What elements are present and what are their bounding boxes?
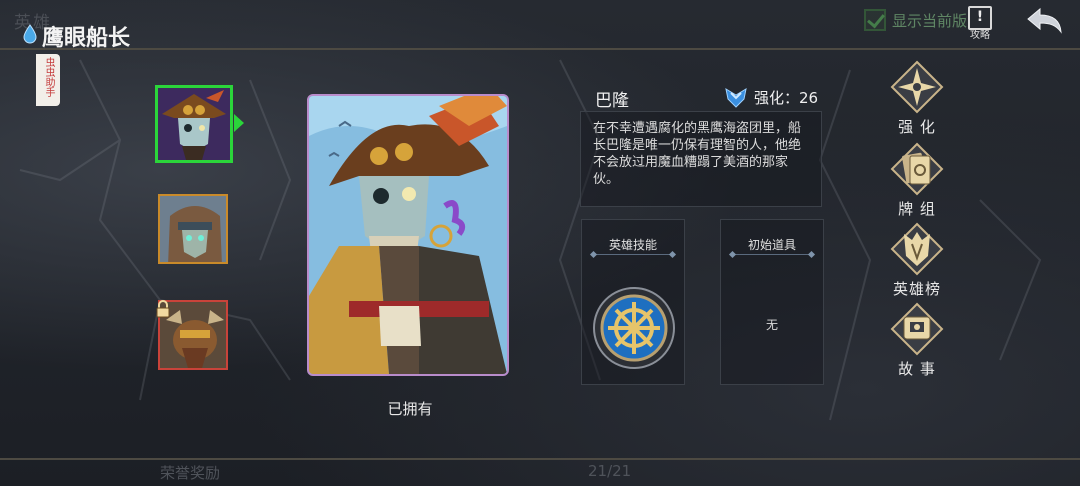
hero-portrait-wanderer	[160, 196, 226, 262]
story-button[interactable]: 故 事	[882, 302, 952, 379]
enhance-level: 强化：26	[724, 84, 818, 110]
enhance-value: 26	[799, 88, 819, 107]
guide-button[interactable]: ! 攻略	[964, 4, 996, 44]
enhance-rank-icon	[725, 87, 747, 108]
banner-crest-icon	[890, 222, 944, 276]
enhance-label: 强化：26	[754, 88, 819, 107]
hero-card-art	[309, 96, 507, 374]
owned-status: 已拥有	[387, 400, 433, 418]
page-indicator: 21/21	[588, 462, 632, 480]
back-arrow-icon[interactable]	[1024, 6, 1064, 36]
deck-label-text: 牌 组	[898, 200, 936, 218]
show-current-toggle[interactable]: 显示当前版	[864, 6, 967, 34]
top-divider	[0, 48, 1080, 50]
storybook-icon	[890, 302, 944, 356]
lock-icon	[156, 300, 170, 318]
ship-wheel-icon[interactable]	[592, 286, 676, 370]
enhance-button[interactable]: 强 化	[882, 60, 952, 137]
hero-skill-title: 英雄技能	[608, 238, 657, 252]
hero-description: 在不幸遭遇腐化的黑鹰海盗团里，船长巴隆是唯一仍保有理智的人，他绝不会放过用魔血糟…	[580, 111, 822, 207]
hero-portrait-captain	[158, 88, 230, 160]
selected-arrow-icon	[234, 114, 244, 132]
starting-item-divider	[733, 254, 811, 255]
hero-portrait-2[interactable]	[158, 194, 228, 264]
droplet-icon	[23, 24, 37, 44]
top-bar: 英雄 鹰眼船长 显示当前版 ! 攻略	[0, 0, 1080, 52]
honor-reward-label: 荣誉奖励	[160, 464, 221, 482]
show-current-label: 显示当前版	[892, 11, 968, 30]
enhance-label-text: 强 化	[898, 118, 936, 136]
helper-tab-label: 虫虫助手	[43, 57, 54, 97]
card-deck-icon	[890, 142, 944, 196]
hero-skill-panel: 英雄技能	[581, 219, 685, 385]
story-label-text: 故 事	[898, 360, 936, 378]
hero-card	[307, 94, 509, 376]
compass-star-icon	[890, 60, 944, 114]
hero-ranking-label-text: 英雄榜	[892, 280, 941, 298]
guide-label: 攻略	[970, 30, 990, 41]
hero-portrait-selected[interactable]	[155, 85, 233, 163]
hero-ranking-button[interactable]: 英雄榜	[882, 222, 952, 299]
starting-item-value: 无	[765, 318, 778, 332]
helper-side-tab[interactable]: 虫虫助手	[36, 54, 60, 106]
hero-name: 巴隆	[595, 91, 629, 111]
deck-button[interactable]: 牌 组	[882, 142, 952, 219]
guide-book-icon: !	[968, 6, 992, 30]
starting-item-panel: 初始道具 无	[720, 219, 824, 385]
show-current-checkbox[interactable]	[864, 9, 886, 31]
hero-skill-divider	[594, 254, 672, 255]
bottom-divider	[0, 458, 1080, 460]
starting-item-title: 初始道具	[747, 238, 796, 252]
